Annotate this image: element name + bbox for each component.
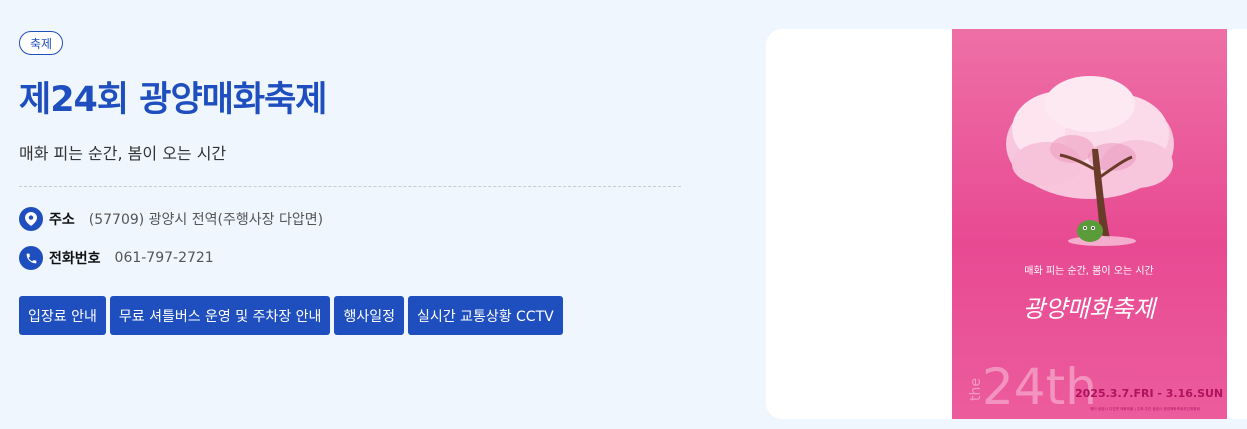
- location-pin-icon: [19, 207, 43, 231]
- phone-value: 061-797-2721: [114, 250, 214, 266]
- mascot-icon: [1077, 220, 1103, 242]
- phone-label: 전화번호: [49, 251, 101, 267]
- admission-fee-button[interactable]: 입장료 안내: [19, 296, 106, 335]
- poster-card: 매화 피는 순간, 봄이 오는 시간 광양매화축제 the 24th 2025.…: [766, 29, 1247, 419]
- address-row: 주소 (57709) 광양시 전역(주행사장 다압면): [19, 207, 323, 231]
- poster-footer: 행사 광양시 다압면 매화마을 | 주최·주관 광양시 광양매화축제추진위원회: [1090, 406, 1200, 411]
- category-badge: 축제: [19, 31, 64, 55]
- poster-tagline: 매화 피는 순간, 봄이 오는 시간: [1024, 265, 1153, 277]
- page-subtitle: 매화 피는 순간, 봄이 오는 시간: [19, 144, 227, 163]
- address-value: (57709) 광양시 전역(주행사장 다압면): [88, 212, 324, 228]
- festival-poster: 매화 피는 순간, 봄이 오는 시간 광양매화축제 the 24th 2025.…: [952, 29, 1227, 419]
- poster-title: 광양매화축제: [1023, 295, 1158, 323]
- shuttle-parking-button[interactable]: 무료 셔틀버스 운영 및 주차장 안내: [109, 296, 331, 335]
- traffic-cctv-button[interactable]: 실시간 교통상황 CCTV: [407, 296, 563, 335]
- divider: [19, 186, 681, 187]
- phone-row: 전화번호 061-797-2721: [19, 246, 214, 270]
- page-title: 제24회 광양매화축제: [19, 80, 327, 120]
- phone-icon: [19, 246, 43, 270]
- event-schedule-button[interactable]: 행사일정: [334, 296, 404, 335]
- action-buttons: 입장료 안내 무료 셔틀버스 운영 및 주차장 안내 행사일정 실시간 교통상황…: [19, 296, 563, 335]
- poster-dates: 2025.3.7.FRI - 3.16.SUN: [1075, 387, 1223, 400]
- address-label: 주소: [49, 212, 75, 228]
